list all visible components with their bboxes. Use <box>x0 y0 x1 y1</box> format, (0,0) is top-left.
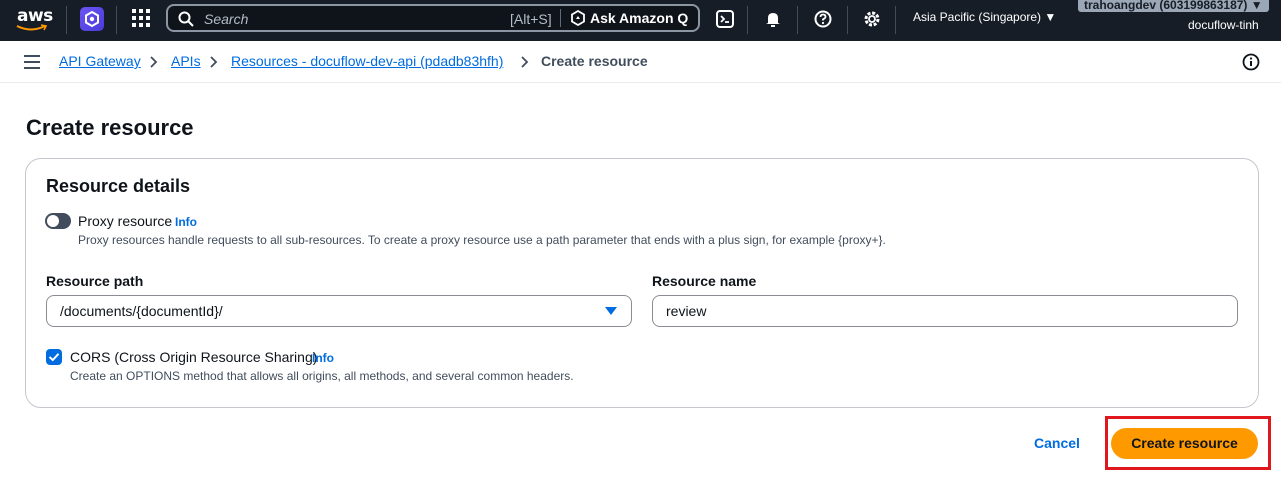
cors-checkbox[interactable] <box>46 349 62 365</box>
services-grid-icon[interactable] <box>132 9 150 27</box>
search-bar[interactable]: Search [Alt+S] Ask Amazon Q <box>166 4 700 32</box>
checkmark-icon <box>48 353 60 362</box>
breadcrumb-bar: API Gateway APIs Resources - docuflow-de… <box>0 41 1281 83</box>
nav-divider <box>895 6 896 34</box>
account-username[interactable]: docuflow-tinh <box>1188 18 1259 32</box>
amazon-q-icon <box>571 10 585 26</box>
highlight-box <box>1105 416 1271 470</box>
breadcrumb-api-gateway[interactable]: API Gateway <box>59 53 141 69</box>
resource-name-label: Resource name <box>652 273 757 289</box>
chevron-right-icon <box>210 56 218 68</box>
resource-path-label: Resource path <box>46 273 144 289</box>
aws-logo[interactable]: aws <box>14 6 54 34</box>
search-icon <box>178 11 194 27</box>
search-divider <box>560 9 561 27</box>
cors-description: Create an OPTIONS method that allows all… <box>70 369 574 383</box>
resource-path-select[interactable]: /documents/{documentId}/ <box>46 295 632 327</box>
info-panel-icon[interactable] <box>1242 53 1260 71</box>
api-gateway-service-icon[interactable] <box>80 7 104 31</box>
cors-info-link[interactable]: Info <box>312 351 334 365</box>
resource-name-value: review <box>666 303 707 319</box>
proxy-resource-description: Proxy resources handle requests to all s… <box>78 233 886 247</box>
resource-name-input[interactable]: review <box>652 295 1238 327</box>
chevron-right-icon <box>150 56 158 68</box>
nav-divider <box>747 6 748 34</box>
breadcrumb-current: Create resource <box>541 53 648 69</box>
proxy-resource-label: Proxy resource <box>78 213 173 229</box>
search-shortcut: [Alt+S] <box>510 11 552 27</box>
chevron-right-icon <box>521 56 529 68</box>
top-navigation: aws Search [Alt+S] Ask Amazon Q Asia Pac… <box>0 0 1281 41</box>
search-placeholder[interactable]: Search <box>204 11 248 27</box>
page-title: Create resource <box>26 115 194 140</box>
account-menu[interactable]: trahoangdev (603199863187) ▼ <box>1078 0 1269 12</box>
notifications-bell-icon[interactable] <box>763 9 783 29</box>
hamburger-menu-icon[interactable] <box>24 55 40 69</box>
toggle-knob <box>47 215 59 227</box>
resource-path-value: /documents/{documentId}/ <box>60 303 223 319</box>
caret-down-icon <box>605 307 617 315</box>
settings-gear-icon[interactable] <box>862 9 882 29</box>
cancel-button[interactable]: Cancel <box>1034 435 1080 451</box>
panel-title: Resource details <box>46 176 191 196</box>
cors-label: CORS (Cross Origin Resource Sharing) <box>70 349 318 365</box>
cloudshell-icon[interactable] <box>715 9 735 29</box>
aws-smile-icon <box>16 24 48 31</box>
breadcrumb-apis[interactable]: APIs <box>171 53 201 69</box>
breadcrumb-resources[interactable]: Resources - docuflow-dev-api (pdadb83hfh… <box>231 53 503 69</box>
region-selector[interactable]: Asia Pacific (Singapore) ▼ <box>913 10 1056 24</box>
nav-divider <box>116 6 117 34</box>
proxy-info-link[interactable]: Info <box>175 215 197 229</box>
nav-divider <box>66 6 67 34</box>
aws-logo-text: aws <box>17 6 53 26</box>
help-icon[interactable] <box>813 9 833 29</box>
nav-divider <box>847 6 848 34</box>
proxy-resource-toggle[interactable] <box>45 213 71 229</box>
ask-amazon-q-button[interactable]: Ask Amazon Q <box>590 10 688 26</box>
nav-divider <box>797 6 798 34</box>
